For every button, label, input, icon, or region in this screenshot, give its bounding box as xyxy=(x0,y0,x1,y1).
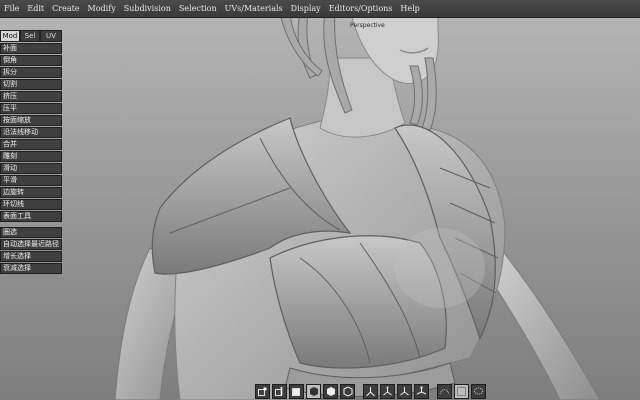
tab-mod[interactable]: Mod xyxy=(0,30,20,42)
tool-grow-selection-button[interactable]: 增长选择 xyxy=(0,251,62,262)
bottom-toolbar xyxy=(255,383,488,400)
dotted-select-icon[interactable] xyxy=(437,384,452,399)
all-mode-icon[interactable] xyxy=(323,384,338,399)
tool-extrude-button[interactable]: 挤压 xyxy=(0,91,62,102)
menu-uvs-materials[interactable]: UVs/Materials xyxy=(221,4,287,13)
cube-icon[interactable] xyxy=(340,384,355,399)
menu-display[interactable]: Display xyxy=(287,4,325,13)
menu-file[interactable]: File xyxy=(0,4,23,13)
tool-smooth-button[interactable]: 平滑 xyxy=(0,175,62,186)
object-mode-icon[interactable] xyxy=(306,384,321,399)
tool-shortest-path-select-button[interactable]: 自动选择最近路径 xyxy=(0,239,62,250)
rotate-gizmo-icon[interactable] xyxy=(380,384,395,399)
marquee-select-icon[interactable] xyxy=(454,384,469,399)
face-mode-icon[interactable] xyxy=(289,384,304,399)
tool-bevel-button[interactable]: 倒角 xyxy=(0,55,62,66)
tool-fill-face-button[interactable]: 补面 xyxy=(0,43,62,54)
menu-create[interactable]: Create xyxy=(48,4,83,13)
tool-slide-button[interactable]: 滑动 xyxy=(0,163,62,174)
tool-shrink-selection-button[interactable]: 衰减选择 xyxy=(0,263,62,274)
tool-loop-cut-button[interactable]: 环切线 xyxy=(0,199,62,210)
tool-loop-select-button[interactable]: 圈选 xyxy=(0,227,62,238)
tool-flatten-button[interactable]: 压平 xyxy=(0,103,62,114)
modeling-tool-panel: Mod Sel UV 补面 倒角 拆分 切割 挤压 压平 按面缩放 沿法线移动 … xyxy=(0,30,62,274)
tool-sculpt-button[interactable]: 雕刻 xyxy=(0,151,62,162)
menu-selection[interactable]: Selection xyxy=(175,4,221,13)
tab-uv[interactable]: UV xyxy=(40,30,62,42)
menu-editors-options[interactable]: Editors/Options xyxy=(325,4,397,13)
tool-split-button[interactable]: 拆分 xyxy=(0,67,62,78)
move-gizmo-icon[interactable] xyxy=(363,384,378,399)
lasso-select-icon[interactable] xyxy=(471,384,486,399)
character-model xyxy=(114,18,601,400)
tab-sel[interactable]: Sel xyxy=(20,30,40,42)
menu-subdivision[interactable]: Subdivision xyxy=(120,4,175,13)
menu-help[interactable]: Help xyxy=(396,4,423,13)
tool-merge-button[interactable]: 合并 xyxy=(0,139,62,150)
tool-move-along-normal-button[interactable]: 沿法线移动 xyxy=(0,127,62,138)
tool-cut-button[interactable]: 切割 xyxy=(0,79,62,90)
menu-edit[interactable]: Edit xyxy=(23,4,48,13)
vertex-mode-icon[interactable] xyxy=(255,384,270,399)
scale-gizmo-icon[interactable] xyxy=(397,384,412,399)
viewport-camera-label: Perspective xyxy=(350,22,385,29)
edge-mode-icon[interactable] xyxy=(272,384,287,399)
tool-edge-rotate-button[interactable]: 边旋转 xyxy=(0,187,62,198)
universal-gizmo-icon[interactable] xyxy=(414,384,429,399)
panel-tabs: Mod Sel UV xyxy=(0,30,62,42)
menu-modify[interactable]: Modify xyxy=(84,4,120,13)
tool-scale-by-face-button[interactable]: 按面缩放 xyxy=(0,115,62,126)
3d-viewport[interactable]: Perspective xyxy=(0,18,640,400)
tool-surface-tools-button[interactable]: 表面工具 xyxy=(0,211,62,222)
menu-bar: File Edit Create Modify Subdivision Sele… xyxy=(0,0,640,18)
